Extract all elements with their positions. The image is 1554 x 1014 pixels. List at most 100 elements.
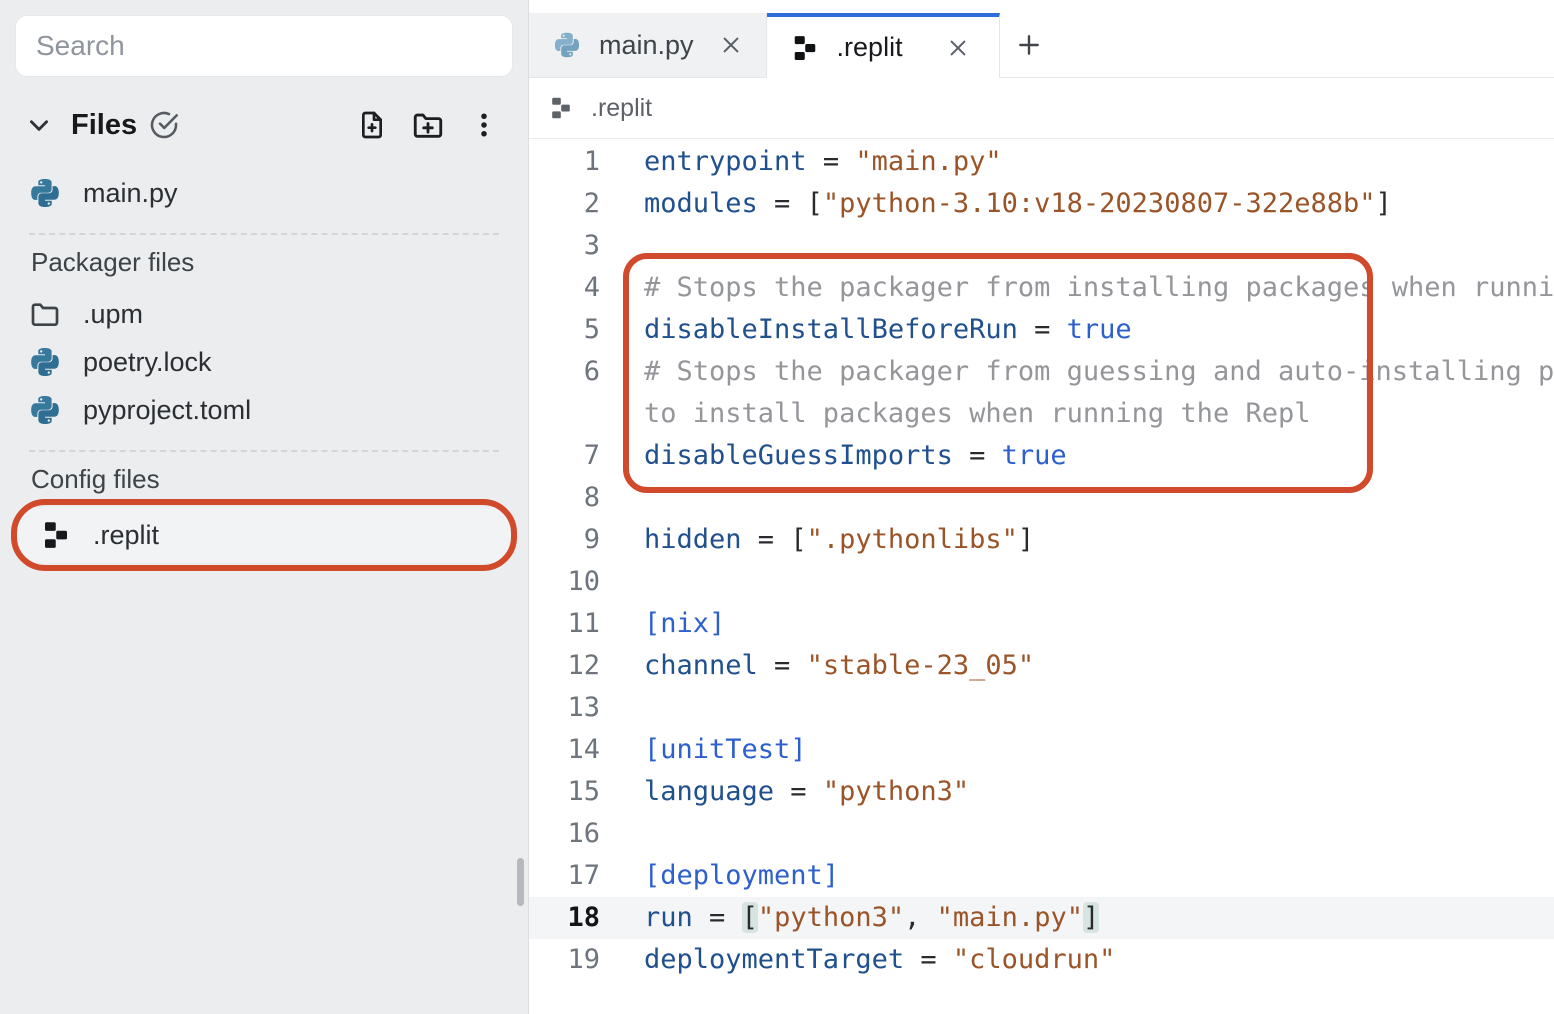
code-line[interactable]: 11[nix] — [529, 603, 1554, 645]
code-editor[interactable]: 1entrypoint = "main.py"2modules = ["pyth… — [529, 139, 1554, 1014]
code-line[interactable]: 9hidden = [".pythonlibs"] — [529, 519, 1554, 561]
code-line[interactable]: 17[deployment] — [529, 855, 1554, 897]
line-number: 17 — [529, 855, 600, 897]
replit-icon — [549, 96, 573, 120]
code-text: hidden = [".pythonlibs"] — [600, 519, 1034, 561]
tab-label: main.py — [599, 30, 694, 61]
line-number: 11 — [529, 603, 600, 645]
line-number: 10 — [529, 561, 600, 603]
new-tab-button[interactable] — [1000, 13, 1058, 77]
python-icon — [29, 394, 61, 426]
code-text: modules = ["python-3.10:v18-20230807-322… — [600, 183, 1392, 225]
sidebar-item-main-py[interactable]: main.py — [15, 169, 513, 217]
search-input[interactable] — [15, 15, 513, 77]
code-text: # Stops the packager from installing pac… — [600, 267, 1554, 309]
code-line[interactable]: 8 — [529, 477, 1554, 519]
code-text: run = ["python3", "main.py"] — [600, 897, 1099, 939]
line-number: 4 — [529, 267, 600, 309]
file-name: .upm — [83, 299, 143, 330]
code-line[interactable]: 15language = "python3" — [529, 771, 1554, 813]
sidebar-item-replit[interactable]: .replit — [15, 507, 513, 563]
line-number: 8 — [529, 477, 600, 519]
close-icon[interactable] — [947, 37, 969, 59]
code-line[interactable]: 2modules = ["python-3.10:v18-20230807-32… — [529, 183, 1554, 225]
code-line[interactable]: 12channel = "stable-23_05" — [529, 645, 1554, 687]
tab-label: .replit — [837, 32, 903, 63]
new-file-icon[interactable] — [349, 102, 395, 148]
code-line[interactable]: 5disableInstallBeforeRun = true — [529, 309, 1554, 351]
tab-replit[interactable]: .replit — [767, 13, 1000, 78]
line-number: 1 — [529, 141, 600, 183]
code-line[interactable]: 7disableGuessImports = true — [529, 435, 1554, 477]
python-icon — [29, 346, 61, 378]
python-icon — [29, 177, 61, 209]
line-number: 3 — [529, 225, 600, 267]
section-label-packager-files: Packager files — [31, 247, 513, 278]
code-text: [nix] — [600, 603, 725, 645]
sidebar-item-upm[interactable]: .upm — [15, 290, 513, 338]
line-number: 13 — [529, 687, 600, 729]
code-text — [600, 477, 644, 519]
file-name: main.py — [83, 178, 178, 209]
divider — [29, 450, 499, 452]
code-text — [600, 813, 644, 855]
code-text: [deployment] — [600, 855, 839, 897]
line-number: 5 — [529, 309, 600, 351]
chevron-down-icon[interactable] — [21, 102, 57, 148]
line-number: 18 — [529, 897, 600, 939]
code-text — [600, 561, 644, 603]
folder-icon — [29, 298, 61, 330]
code-text — [600, 687, 644, 729]
code-line[interactable]: 13 — [529, 687, 1554, 729]
sidebar-item-pyproject-toml[interactable]: pyproject.toml — [15, 386, 513, 434]
breadcrumb-file-name: .replit — [591, 94, 652, 123]
line-number: 12 — [529, 645, 600, 687]
sidebar-scrollbar-thumb[interactable] — [517, 858, 524, 906]
code-text: disableGuessImports = true — [600, 435, 1067, 477]
check-circle-icon[interactable] — [141, 102, 187, 148]
code-text: # Stops the packager from guessing and a… — [600, 351, 1554, 393]
new-folder-icon[interactable] — [405, 102, 451, 148]
code-text: entrypoint = "main.py" — [600, 141, 1002, 183]
code-line[interactable]: 14[unitTest] — [529, 729, 1554, 771]
code-text: deploymentTarget = "cloudrun" — [600, 939, 1115, 981]
code-line[interactable]: 3 — [529, 225, 1554, 267]
code-line[interactable]: 1entrypoint = "main.py" — [529, 141, 1554, 183]
section-label-config-files: Config files — [31, 464, 513, 495]
code-lines: 1entrypoint = "main.py"2modules = ["pyth… — [529, 141, 1554, 981]
line-number: 7 — [529, 435, 600, 477]
line-number: 9 — [529, 519, 600, 561]
code-text: disableInstallBeforeRun = true — [600, 309, 1132, 351]
file-name: poetry.lock — [83, 347, 212, 378]
plus-icon — [1016, 32, 1042, 58]
code-line[interactable]: 4# Stops the packager from installing pa… — [529, 267, 1554, 309]
file-name: .replit — [93, 520, 159, 551]
line-number: 15 — [529, 771, 600, 813]
code-line[interactable]: 6# Stops the packager from guessing and … — [529, 351, 1554, 393]
code-line[interactable]: 16 — [529, 813, 1554, 855]
code-text: to install packages when running the Rep… — [600, 393, 1310, 435]
kebab-menu-icon[interactable] — [461, 102, 507, 148]
close-icon[interactable] — [720, 34, 742, 56]
code-text — [600, 225, 644, 267]
tab-main-py[interactable]: main.py — [529, 13, 767, 77]
divider — [29, 233, 499, 235]
replit-ide-window: Files main.py — [0, 0, 1554, 1014]
editor-pane: main.py .replit — [529, 0, 1554, 1014]
code-text: language = "python3" — [600, 771, 969, 813]
breadcrumb: .replit — [529, 78, 1554, 139]
replit-icon — [791, 34, 819, 62]
line-number: 14 — [529, 729, 600, 771]
code-line[interactable]: 18run = ["python3", "main.py"] — [529, 897, 1554, 939]
code-line[interactable]: 19deploymentTarget = "cloudrun" — [529, 939, 1554, 981]
line-number: 19 — [529, 939, 600, 981]
sidebar-item-poetry-lock[interactable]: poetry.lock — [15, 338, 513, 386]
code-text: channel = "stable-23_05" — [600, 645, 1034, 687]
python-icon — [553, 31, 581, 59]
code-line[interactable]: 10 — [529, 561, 1554, 603]
code-line[interactable]: to install packages when running the Rep… — [529, 393, 1554, 435]
files-section-title: Files — [71, 109, 137, 142]
code-text: [unitTest] — [600, 729, 807, 771]
tab-bar: main.py .replit — [529, 0, 1554, 78]
file-sidebar: Files main.py — [0, 0, 529, 1014]
